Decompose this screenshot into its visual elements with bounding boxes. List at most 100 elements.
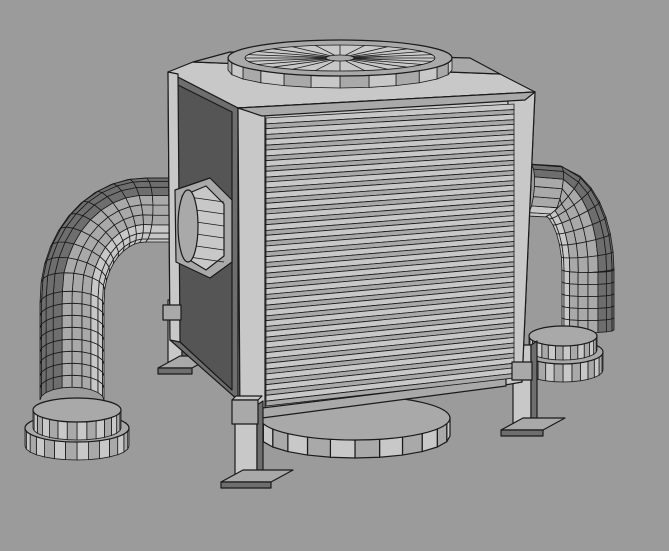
- pipe-facet: [563, 257, 571, 274]
- pipe-facet: [597, 307, 607, 321]
- base-disk-facet: [354, 438, 381, 459]
- fan-shroud-facet: [310, 74, 341, 89]
- pipe-facet: [563, 282, 571, 297]
- pipe-facet: [135, 186, 153, 196]
- flange-facet: [116, 411, 121, 435]
- flange-facet: [537, 360, 547, 382]
- flange-facet: [95, 418, 105, 440]
- pipe-facet: [577, 295, 589, 310]
- flange-facet: [111, 414, 118, 437]
- flange-facet: [44, 438, 55, 460]
- pipe-facet: [81, 339, 92, 355]
- housing-corner-post-left: [237, 107, 266, 421]
- pipe-facet: [138, 194, 154, 206]
- base-disk-facet: [306, 436, 332, 458]
- flange-facet: [562, 345, 571, 361]
- 3d-viewport[interactable]: [0, 0, 669, 551]
- coupler-face: [177, 189, 199, 263]
- flange-facet: [593, 356, 600, 379]
- pipe-facet: [61, 314, 73, 329]
- leg-foot-side: [220, 481, 272, 489]
- pipe-facet: [61, 326, 73, 341]
- pipe-facet: [611, 281, 615, 296]
- pipe-facet: [587, 271, 599, 286]
- leg-foot-top: [220, 469, 294, 483]
- pipe-facet: [71, 326, 83, 341]
- flange-facet: [42, 416, 50, 438]
- flange-facet: [562, 363, 573, 383]
- pipe-facet: [563, 306, 571, 321]
- pipe-facet: [71, 374, 83, 389]
- flange-facet: [587, 358, 595, 380]
- flange-facet: [49, 418, 59, 440]
- pipe-facet: [52, 327, 63, 343]
- flange-facet: [29, 433, 37, 456]
- flange-facet: [57, 420, 68, 441]
- pipe-facet: [611, 317, 615, 332]
- flange-facet: [545, 362, 555, 383]
- flange-facet: [589, 339, 595, 357]
- pipe-facet: [61, 290, 73, 305]
- leg-foot-side: [500, 429, 544, 437]
- pipe-facet: [61, 302, 73, 317]
- flange-facet: [54, 440, 66, 461]
- flange-facet: [65, 441, 78, 461]
- pipe-facet: [569, 295, 579, 309]
- pipe-facet: [71, 350, 83, 365]
- pipe-facet: [605, 318, 613, 333]
- pipe-facet: [52, 339, 63, 355]
- pipe-facet: [611, 293, 615, 308]
- flange-facet: [583, 341, 590, 359]
- pipe-facet: [605, 270, 613, 285]
- pipe-facet: [577, 271, 589, 286]
- flange-facet: [117, 433, 125, 456]
- flange-facet: [33, 411, 38, 435]
- leg-foot-top: [500, 417, 566, 431]
- pipe-facet: [81, 351, 92, 367]
- flange-facet: [36, 414, 43, 437]
- flange-facet: [579, 360, 589, 382]
- pipe-facet: [577, 283, 589, 298]
- flange-facet: [553, 363, 564, 383]
- flange-facet: [541, 343, 549, 360]
- pipe-facet: [52, 375, 63, 391]
- pipe-facet: [61, 338, 73, 353]
- pipe-facet: [587, 295, 599, 310]
- pipe-facet: [611, 305, 615, 320]
- flange-facet: [35, 436, 45, 458]
- base-disk-facet: [329, 438, 356, 459]
- flange-facet: [76, 441, 89, 461]
- pipe-facet: [71, 314, 83, 329]
- flange-top: [528, 325, 598, 347]
- pipe-facet: [71, 302, 83, 317]
- flange-top: [32, 397, 122, 423]
- pipe-facet: [611, 269, 615, 284]
- flange-facet: [88, 440, 100, 461]
- flange-facet: [570, 344, 579, 361]
- flange-facet: [104, 416, 112, 438]
- pipe-facet: [597, 253, 608, 273]
- pipe-facet: [605, 282, 613, 297]
- hvac-unit-model: [24, 39, 615, 489]
- pipe-facet: [81, 303, 92, 319]
- flange-facet: [109, 436, 119, 458]
- pipe-facet: [577, 256, 589, 274]
- flange-facet: [571, 362, 581, 383]
- front-louver-grille: [265, 103, 515, 407]
- pipe-facet: [587, 307, 599, 322]
- leg-bracket: [231, 399, 259, 425]
- pipe-facet: [61, 350, 73, 365]
- pipe-facet: [81, 363, 92, 379]
- flange-facet: [86, 420, 97, 441]
- leg-foot-side: [157, 367, 193, 375]
- base-disk-facet: [378, 436, 404, 458]
- left-pipe-coupler: [174, 177, 233, 279]
- flange-facet: [598, 353, 603, 377]
- leg-bracket-back: [162, 304, 182, 321]
- pipe-facet: [81, 375, 92, 391]
- pipe-facet: [587, 255, 599, 274]
- flange-facet: [66, 421, 78, 441]
- pipe-facet: [563, 294, 571, 309]
- fan-hub: [325, 54, 355, 62]
- pipe-facet: [597, 271, 607, 285]
